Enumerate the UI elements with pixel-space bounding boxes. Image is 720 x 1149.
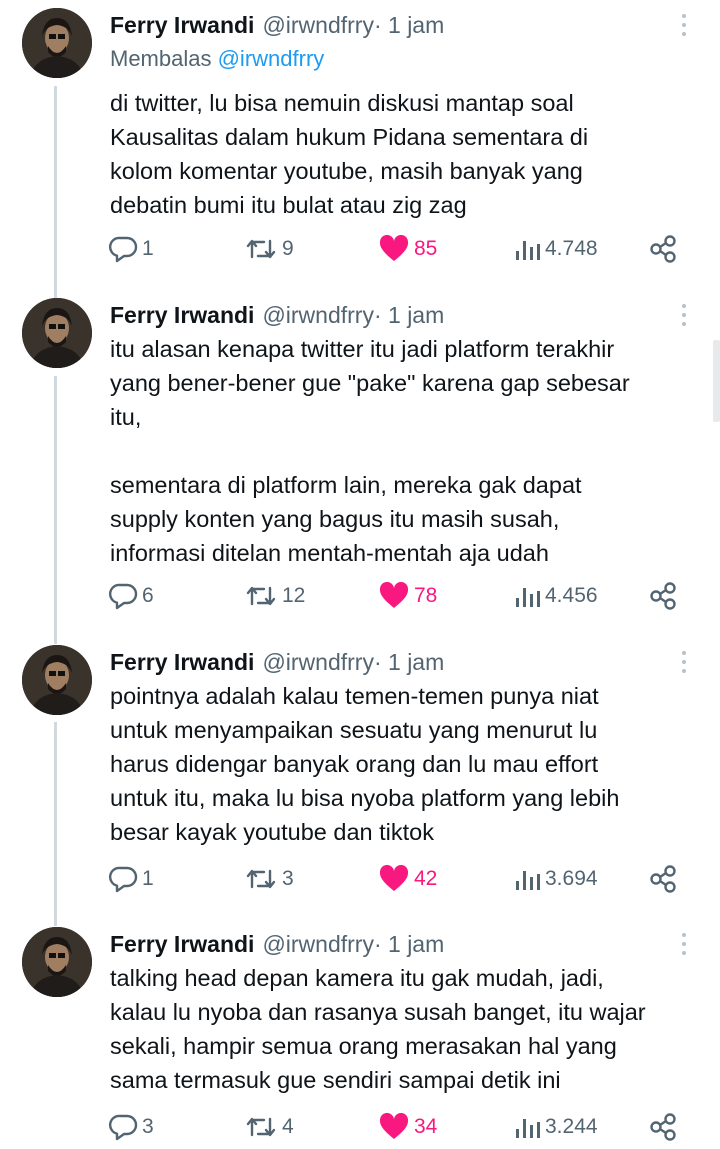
heart-icon <box>378 235 410 263</box>
tweet-actions: 1 3 42 3.694 <box>108 862 688 896</box>
views-button[interactable]: 4.748 <box>513 232 598 266</box>
retweet-icon <box>244 1114 278 1140</box>
views-button[interactable]: 3.244 <box>513 1110 598 1144</box>
share-icon <box>648 1112 678 1142</box>
share-button[interactable] <box>648 1110 678 1144</box>
views-button[interactable]: 4.456 <box>513 579 598 613</box>
author-handle[interactable]: @irwndfrry <box>262 302 374 329</box>
avatar[interactable] <box>22 927 92 997</box>
retweet-count: 4 <box>282 1115 294 1138</box>
reply-button[interactable]: 6 <box>108 579 154 613</box>
tweet-actions: 6 12 78 4.456 <box>108 579 688 613</box>
timestamp[interactable]: · 1 jam <box>374 649 444 676</box>
author-name[interactable]: Ferry Irwandi <box>110 649 254 676</box>
reply-icon <box>108 582 138 610</box>
reply-count: 6 <box>142 584 154 607</box>
retweet-icon <box>244 866 278 892</box>
views-count: 4.748 <box>545 237 598 260</box>
like-button[interactable]: 85 <box>378 232 437 266</box>
tweet[interactable]: Ferry Irwandi @irwndfrry · 1 jam Membala… <box>0 8 720 283</box>
tweet[interactable]: Ferry Irwandi @irwndfrry · 1 jam pointny… <box>0 645 720 900</box>
tweet-header: Ferry Irwandi @irwndfrry · 1 jam <box>110 645 444 679</box>
author-handle[interactable]: @irwndfrry <box>262 12 374 39</box>
reply-count: 1 <box>142 867 154 890</box>
reply-icon <box>108 235 138 263</box>
views-icon <box>513 1115 541 1139</box>
share-icon <box>648 581 678 611</box>
like-count: 85 <box>414 237 438 260</box>
like-count: 78 <box>414 584 438 607</box>
retweet-icon <box>244 236 278 262</box>
reply-count: 1 <box>142 237 154 260</box>
retweet-count: 3 <box>282 867 294 890</box>
retweet-button[interactable]: 12 <box>244 579 305 613</box>
views-icon <box>513 867 541 891</box>
share-icon <box>648 864 678 894</box>
tweet-header: Ferry Irwandi @irwndfrry · 1 jam <box>110 298 444 332</box>
tweet-actions: 3 4 34 3.244 <box>108 1110 688 1144</box>
reply-button[interactable]: 3 <box>108 1110 154 1144</box>
tweet[interactable]: Ferry Irwandi @irwndfrry · 1 jam talking… <box>0 927 720 1149</box>
like-button[interactable]: 42 <box>378 862 437 896</box>
retweet-count: 12 <box>282 584 306 607</box>
more-options-icon[interactable] <box>676 14 692 42</box>
tweet-actions: 1 9 85 4.748 <box>108 232 688 266</box>
replying-to: Membalas @irwndfrry <box>110 46 324 72</box>
retweet-count: 9 <box>282 237 294 260</box>
share-button[interactable] <box>648 862 678 896</box>
views-count: 3.694 <box>545 867 598 890</box>
tweet-header: Ferry Irwandi @irwndfrry · 1 jam <box>110 927 444 961</box>
views-count: 4.456 <box>545 584 598 607</box>
avatar[interactable] <box>22 645 92 715</box>
heart-icon <box>378 582 410 610</box>
author-handle[interactable]: @irwndfrry <box>262 649 374 676</box>
views-count: 3.244 <box>545 1115 598 1138</box>
retweet-button[interactable]: 4 <box>244 1110 294 1144</box>
timestamp[interactable]: · 1 jam <box>374 302 444 329</box>
tweet-text: pointnya adalah kalau temen-temen punya … <box>110 683 620 845</box>
share-icon <box>648 234 678 264</box>
reply-button[interactable]: 1 <box>108 862 154 896</box>
tweet-header: Ferry Irwandi @irwndfrry · 1 jam <box>110 8 444 42</box>
views-icon <box>513 237 541 261</box>
more-options-icon[interactable] <box>676 933 692 961</box>
more-options-icon[interactable] <box>676 651 692 679</box>
retweet-button[interactable]: 3 <box>244 862 294 896</box>
reply-icon <box>108 865 138 893</box>
views-icon <box>513 584 541 608</box>
retweet-icon <box>244 583 278 609</box>
author-handle[interactable]: @irwndfrry <box>262 931 374 958</box>
heart-icon <box>378 1113 410 1141</box>
more-options-icon[interactable] <box>676 304 692 332</box>
author-name[interactable]: Ferry Irwandi <box>110 12 254 39</box>
tweet[interactable]: Ferry Irwandi @irwndfrry · 1 jam itu ala… <box>0 298 720 618</box>
share-button[interactable] <box>648 232 678 266</box>
replying-to-label: Membalas <box>110 46 218 71</box>
share-button[interactable] <box>648 579 678 613</box>
heart-icon <box>378 865 410 893</box>
like-count: 42 <box>414 867 438 890</box>
like-count: 34 <box>414 1115 438 1138</box>
like-button[interactable]: 78 <box>378 579 437 613</box>
tweet-text: talking head depan kamera itu gak mudah,… <box>110 965 646 1093</box>
reply-button[interactable]: 1 <box>108 232 154 266</box>
views-button[interactable]: 3.694 <box>513 862 598 896</box>
tweet-text: itu alasan kenapa twitter itu jadi platf… <box>110 336 630 566</box>
like-button[interactable]: 34 <box>378 1110 437 1144</box>
author-name[interactable]: Ferry Irwandi <box>110 302 254 329</box>
timestamp[interactable]: · 1 jam <box>374 12 444 39</box>
timestamp[interactable]: · 1 jam <box>374 931 444 958</box>
retweet-button[interactable]: 9 <box>244 232 294 266</box>
avatar[interactable] <box>22 298 92 368</box>
tweet-text: di twitter, lu bisa nemuin diskusi manta… <box>110 90 589 218</box>
replying-to-handle[interactable]: @irwndfrry <box>218 46 325 71</box>
author-name[interactable]: Ferry Irwandi <box>110 931 254 958</box>
avatar[interactable] <box>22 8 92 78</box>
reply-count: 3 <box>142 1115 154 1138</box>
reply-icon <box>108 1113 138 1141</box>
